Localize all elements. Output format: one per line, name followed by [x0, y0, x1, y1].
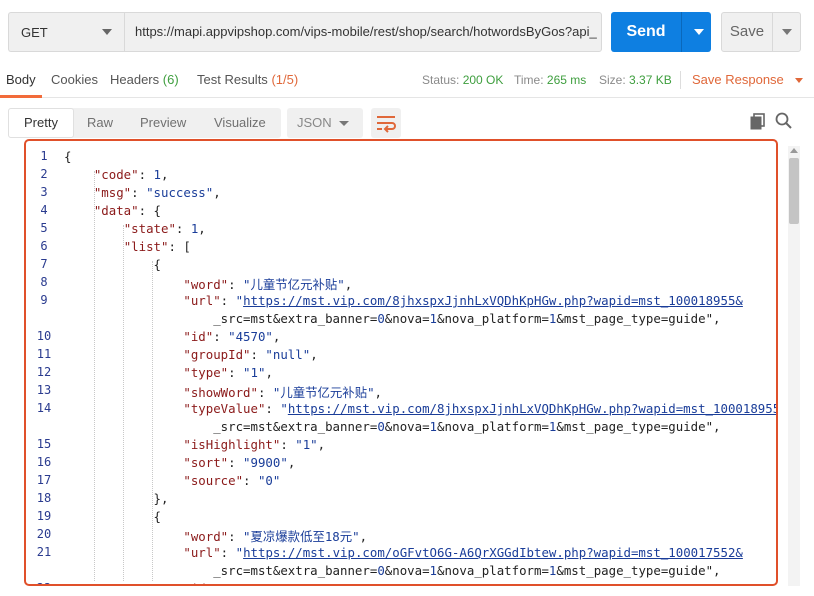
send-button-label: Send	[626, 23, 666, 40]
code-line: "id": "4570",	[183, 329, 281, 344]
wrap-lines-icon	[377, 116, 396, 133]
time-value: 265 ms	[546, 73, 587, 87]
indent-guide	[123, 225, 124, 581]
indent-guide	[94, 171, 95, 581]
code-line: "isHighlight": "1",	[183, 437, 326, 452]
line-number: 16	[36, 455, 52, 469]
line-number: 3	[40, 185, 48, 199]
code-line: "data": {	[93, 203, 161, 218]
code-line: "word": "夏凉爆款低至18元",	[183, 529, 368, 544]
tab-headers-label: Headers	[110, 72, 160, 87]
tab-headers-count: (6)	[162, 72, 179, 87]
tab-raw[interactable]: Raw	[87, 108, 113, 138]
wrap-lines-button[interactable]	[371, 108, 401, 138]
status-readout: Status: 200 OK	[422, 73, 503, 87]
code-line: "typeValue": "https://mst.vip.com/8jhxsp…	[183, 401, 778, 416]
code-line: "url": "https://mst.vip.com/oGFvtO6G-A6Q…	[183, 545, 743, 560]
line-number: 21	[36, 545, 52, 559]
save-button-label: Save	[729, 23, 765, 40]
line-number: 10	[36, 329, 52, 343]
line-number: 8	[40, 275, 48, 289]
indent-guide	[152, 261, 153, 581]
url-input[interactable]: https://mapi.appvipshop.com/vips-mobile/…	[124, 12, 602, 52]
send-button[interactable]: Send	[611, 12, 711, 52]
code-line: "word": "儿童节亿元补贴",	[183, 277, 353, 292]
scrollbar-thumb[interactable]	[789, 158, 799, 224]
line-number: 11	[36, 347, 52, 361]
response-body-editor[interactable]: 1 {2 "code": 1, 3 "msg": "success", 4 "data…	[24, 139, 778, 586]
save-divider	[772, 13, 773, 51]
code-line: "groupId": "null",	[183, 347, 318, 362]
line-number: 17	[36, 473, 52, 487]
line-number: 19	[36, 509, 52, 523]
response-tabs: Body Cookies Headers (6) Test Results (1…	[0, 62, 814, 98]
size-value: 3.37 KB	[629, 73, 672, 87]
code-line: _src=mst&extra_banner=0&nova=1&nova_plat…	[64, 563, 721, 578]
time-readout: Time: 265 ms	[514, 73, 586, 87]
status-value: 200 OK	[462, 73, 504, 87]
search-icon[interactable]	[774, 111, 794, 131]
code-line: "state": 1,	[123, 221, 206, 236]
code-line: "source": "0"	[183, 473, 281, 488]
line-number: 7	[40, 257, 48, 271]
format-label: JSON	[297, 115, 332, 130]
tab-pretty[interactable]: Pretty	[8, 108, 74, 138]
code-line: "showWord": "儿童节亿元补贴",	[183, 385, 383, 400]
line-number: 14	[36, 401, 52, 415]
code-line: {	[64, 149, 72, 164]
size-readout: Size: 3.37 KB	[599, 73, 672, 87]
chevron-down-icon	[795, 78, 804, 84]
code-line: _src=mst&extra_banner=0&nova=1&nova_plat…	[64, 419, 721, 434]
copy-icon[interactable]	[748, 111, 768, 131]
tab-headers[interactable]: Headers (6)	[110, 72, 179, 87]
code-line: _src=mst&extra_banner=0&nova=1&nova_plat…	[64, 311, 721, 326]
format-select[interactable]: JSON	[287, 108, 363, 138]
line-number: 9	[40, 293, 48, 307]
code-line: "msg": "success",	[93, 185, 221, 200]
save-options-chevron-icon[interactable]	[782, 29, 792, 35]
tab-cookies[interactable]: Cookies	[51, 72, 98, 87]
status-label: Status:	[422, 73, 460, 87]
size-label: Size:	[599, 73, 626, 87]
view-mode-tabs: Pretty Raw Preview Visualize	[8, 108, 281, 138]
line-number: 2	[40, 167, 48, 181]
line-number: 13	[36, 383, 52, 397]
scroll-up-icon[interactable]	[790, 148, 798, 153]
time-label: Time:	[514, 73, 544, 87]
method-label: GET	[21, 24, 48, 40]
line-number: 1	[40, 149, 48, 163]
code-line: "list": [	[123, 239, 191, 254]
line-number: 15	[36, 437, 52, 451]
save-button[interactable]: Save	[721, 12, 801, 52]
line-number: 18	[36, 491, 52, 505]
line-number: 22	[26, 581, 62, 584]
tab-test-results-count: (1/5)	[271, 72, 299, 87]
line-number: 6	[40, 239, 48, 253]
code-line: "sort": "9900",	[183, 455, 296, 470]
save-response-button[interactable]: Save Response	[692, 72, 804, 87]
tab-test-results[interactable]: Test Results (1/5)	[197, 72, 298, 87]
code-line: {	[64, 257, 161, 272]
code-line: "url": "https://mst.vip.com/8jhxspxJjnhL…	[183, 293, 743, 308]
tab-body[interactable]: Body	[6, 72, 36, 87]
code-line: "code": 1,	[93, 167, 169, 182]
send-options-chevron-icon[interactable]	[694, 29, 704, 35]
tab-body-underline	[0, 95, 42, 98]
line-number: 5	[40, 221, 48, 235]
send-divider	[681, 12, 682, 52]
method-select[interactable]: GET	[8, 12, 124, 52]
line-number: 20	[36, 527, 52, 541]
divider	[680, 71, 681, 89]
tab-test-results-label: Test Results	[197, 72, 268, 87]
code-line: "id": "4573",	[64, 581, 280, 584]
code-line: {	[64, 509, 161, 524]
line-number: 12	[36, 365, 52, 379]
chevron-down-icon	[339, 121, 349, 126]
code-line: "type": "1",	[183, 365, 273, 380]
save-response-label: Save Response	[692, 72, 784, 87]
line-number: 4	[40, 203, 48, 217]
chevron-down-icon	[102, 29, 112, 35]
tab-visualize[interactable]: Visualize	[214, 108, 266, 138]
tab-preview[interactable]: Preview	[140, 108, 186, 138]
